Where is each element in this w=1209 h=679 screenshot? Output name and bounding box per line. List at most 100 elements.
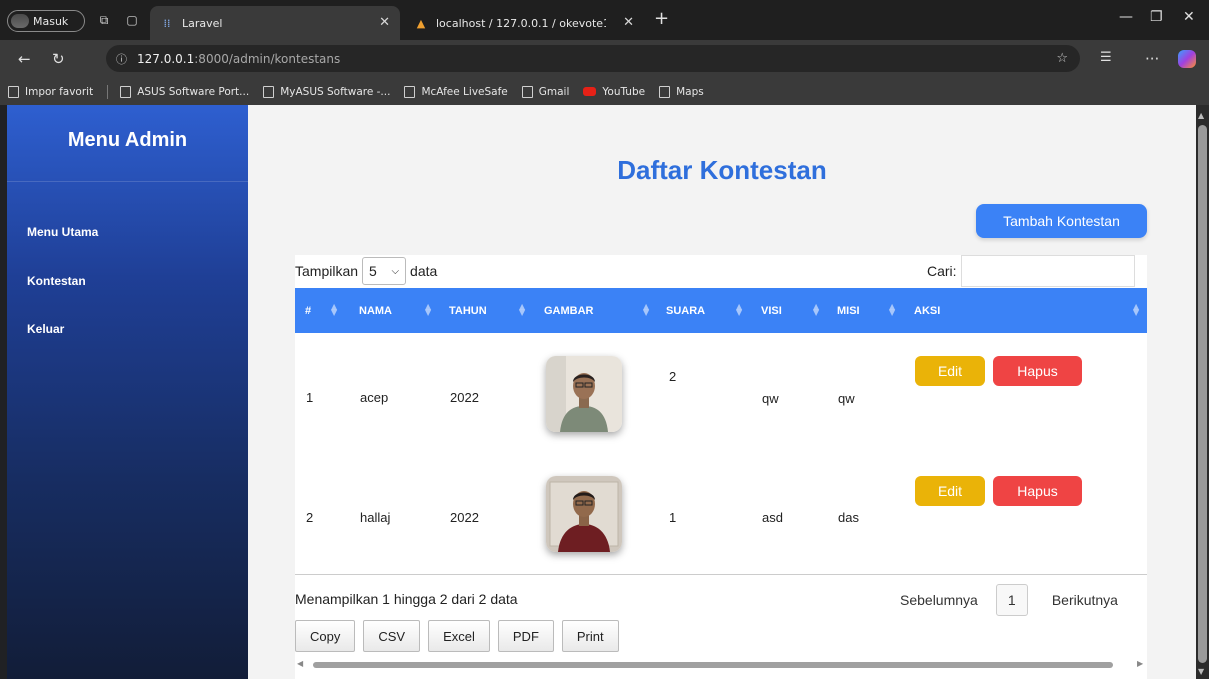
scroll-down-icon[interactable]: ▼ [1198, 667, 1204, 676]
page-button-current[interactable]: 1 [995, 584, 1028, 616]
page-scroll-thumb[interactable] [1198, 125, 1207, 663]
bookmark-label: MyASUS Software -... [280, 85, 391, 98]
web-page: Menu Admin Menu Utama Kontestan Keluar D… [7, 105, 1196, 679]
close-tab-icon[interactable]: ✕ [623, 15, 634, 30]
scroll-right-icon[interactable]: ▶ [1137, 659, 1143, 668]
bookmarks-bar: Impor favorit ASUS Software Port... MyAS… [0, 78, 1209, 105]
cell-tahun: 2022 [450, 510, 479, 525]
export-buttons: Copy CSV Excel PDF Print [295, 620, 619, 652]
import-icon [8, 85, 19, 98]
horizontal-scroll-thumb[interactable] [313, 662, 1113, 668]
tab-actions-icon[interactable]: ▢ [124, 12, 140, 28]
url-host: 127.0.0.1 [137, 51, 195, 66]
column-header-suara[interactable]: SUARA [666, 288, 705, 333]
profile-button[interactable]: Masuk [7, 10, 85, 32]
column-label: AKSI [914, 304, 941, 317]
column-label: GAMBAR [544, 304, 594, 317]
add-contestant-button[interactable]: Tambah Kontestan [976, 204, 1147, 238]
column-header-tahun[interactable]: TAHUN [449, 288, 487, 333]
tab-laravel[interactable]: ⁞⁞ Laravel ✕ [150, 6, 400, 40]
close-tab-icon[interactable]: ✕ [379, 15, 390, 30]
page-scrollbar[interactable]: ▲ ▼ [1196, 105, 1209, 679]
bookmark-maps[interactable]: Maps [659, 85, 704, 98]
scroll-left-icon[interactable]: ◀ [297, 659, 303, 668]
search-label: Cari: [927, 263, 957, 279]
close-window-icon[interactable]: ✕ [1183, 9, 1195, 25]
sidebar-item-menu-utama[interactable]: Menu Utama [27, 225, 98, 239]
site-info-icon[interactable]: ⓘ [116, 51, 127, 67]
column-header-gambar[interactable]: GAMBAR [544, 288, 594, 333]
next-page-button[interactable]: Berikutnya [1052, 592, 1118, 608]
sort-icon: ▲ ▼ [643, 302, 650, 317]
restore-icon[interactable]: ❐ [1150, 9, 1163, 25]
column-header-misi[interactable]: MISI [837, 288, 860, 333]
sort-icon: ▲ ▼ [331, 302, 338, 317]
column-header-no[interactable]: # [305, 288, 311, 333]
column-header-visi[interactable]: VISI [761, 288, 782, 333]
bookmark-myasus[interactable]: MyASUS Software -... [263, 85, 391, 98]
bookmark-youtube[interactable]: YouTube [583, 86, 645, 98]
page-length-select[interactable]: 5 ⌵ [362, 257, 407, 285]
pdf-button[interactable]: PDF [497, 620, 554, 652]
bookmark-mcafee[interactable]: McAfee LiveSafe [404, 85, 508, 98]
back-icon[interactable]: ← [18, 50, 31, 68]
chevron-down-icon: ⌵ [391, 265, 400, 277]
cell-misi: qw [838, 391, 855, 406]
tab-title: Laravel [182, 16, 223, 30]
csv-button[interactable]: CSV [363, 620, 421, 652]
edit-button[interactable]: Edit [915, 356, 985, 386]
column-label: TAHUN [449, 304, 487, 317]
excel-button[interactable]: Excel [428, 620, 490, 652]
bookmark-label: ASUS Software Port... [137, 85, 250, 98]
delete-button[interactable]: Hapus [993, 476, 1082, 506]
address-bar[interactable]: ⓘ 127.0.0.1:8000/admin/kontestans ☆ [106, 45, 1080, 72]
avatar [11, 14, 29, 28]
bookmark-asus-software[interactable]: ASUS Software Port... [120, 85, 250, 98]
sidebar-divider [7, 181, 248, 182]
column-header-nama[interactable]: NAMA [359, 288, 392, 333]
sidebar-item-kontestan[interactable]: Kontestan [27, 274, 86, 288]
copy-button[interactable]: Copy [295, 620, 356, 652]
delete-button[interactable]: Hapus [993, 356, 1082, 386]
sort-icon: ▲ ▼ [889, 302, 896, 317]
new-tab-icon[interactable]: + [654, 8, 669, 29]
page-icon [659, 85, 671, 98]
sort-icon: ▲ ▼ [1133, 302, 1140, 317]
bookmark-label: Impor favorit [25, 85, 94, 98]
admin-sidebar: Menu Admin Menu Utama Kontestan Keluar [7, 105, 248, 679]
workspaces-icon[interactable]: ⧉ [96, 12, 112, 28]
more-options-icon[interactable]: ··· [1145, 50, 1159, 68]
horizontal-scrollbar[interactable]: ◀ ▶ [295, 659, 1147, 671]
cell-nama: acep [360, 390, 389, 405]
tab-phpmyadmin[interactable]: ▲ localhost / 127.0.0.1 / okevote112 ✕ [404, 6, 644, 40]
favorites-icon[interactable]: ☰ [1100, 50, 1112, 65]
cell-suara: 2 [669, 369, 677, 384]
cell-visi: asd [762, 510, 783, 525]
table-bottom-border [295, 574, 1147, 575]
table-row: 1 acep 2022 2 qw qw Edit Hapus [295, 334, 1147, 454]
bookmark-gmail[interactable]: Gmail [521, 85, 569, 98]
cell-tahun: 2022 [450, 390, 479, 405]
length-suffix: data [410, 263, 438, 279]
bookmark-impor-favorit[interactable]: Impor favorit [8, 85, 94, 98]
edit-button[interactable]: Edit [915, 476, 985, 506]
refresh-icon[interactable]: ↻ [52, 50, 65, 68]
column-header-aksi[interactable]: AKSI [914, 288, 940, 333]
copilot-icon[interactable] [1178, 50, 1196, 68]
minimize-icon[interactable]: — [1119, 9, 1133, 25]
pagination: Sebelumnya 1 Berikutnya [900, 584, 1118, 616]
scroll-up-icon[interactable]: ▲ [1198, 111, 1204, 120]
column-label: MISI [837, 304, 860, 317]
cell-no: 1 [306, 390, 314, 405]
favorite-star-icon[interactable]: ☆ [1056, 51, 1068, 66]
sidebar-item-keluar[interactable]: Keluar [27, 322, 64, 336]
sort-icon: ▲ ▼ [736, 302, 743, 317]
prev-page-button[interactable]: Sebelumnya [900, 592, 978, 608]
search-input[interactable] [960, 255, 1135, 287]
youtube-icon [583, 87, 597, 96]
contestant-photo-image [546, 476, 622, 552]
sort-icon: ▲ ▼ [813, 302, 820, 317]
cell-suara: 1 [669, 510, 677, 525]
print-button[interactable]: Print [561, 620, 619, 652]
column-label: # [305, 304, 312, 317]
